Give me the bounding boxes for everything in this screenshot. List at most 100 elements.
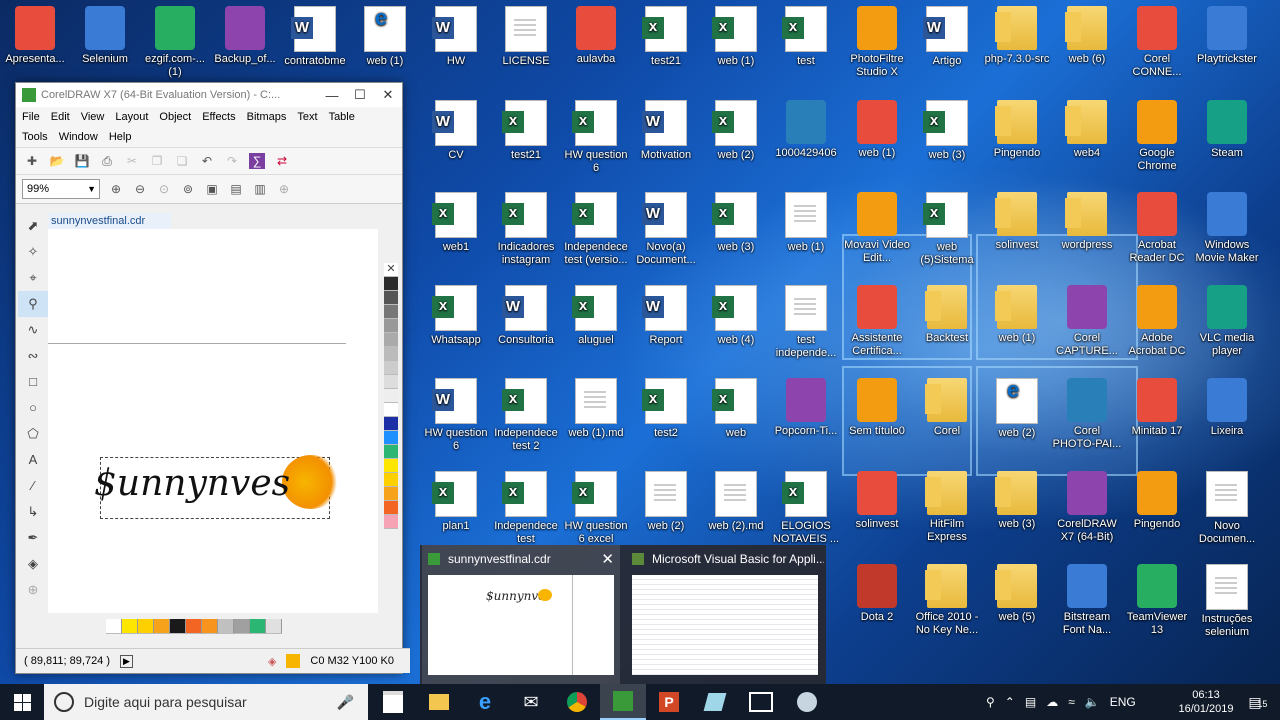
color-swatch[interactable] <box>384 431 398 445</box>
desktop-icon[interactable]: web (1) <box>842 100 912 160</box>
windows-start-icon[interactable] <box>0 684 44 720</box>
desktop-icon[interactable]: test2 <box>631 378 701 440</box>
menu-view[interactable]: View <box>81 111 105 123</box>
color-swatch[interactable] <box>170 619 186 634</box>
desktop-icon[interactable]: Apresenta... <box>0 6 70 66</box>
color-swatch[interactable] <box>384 361 398 375</box>
color-swatch[interactable] <box>384 445 398 459</box>
desktop-icon[interactable]: ezgif.com-... (1) <box>140 6 210 79</box>
desktop-icon[interactable]: Indicadores instagram <box>491 192 561 267</box>
new-document-icon[interactable]: ✚ <box>24 153 40 169</box>
desktop-icon[interactable]: web (2) <box>701 100 771 162</box>
desktop-icon[interactable]: web (2) <box>631 471 701 533</box>
taskbar-chrome-icon[interactable] <box>554 684 600 720</box>
desktop-icon[interactable]: Sem título0 <box>842 378 912 438</box>
desktop-icon[interactable]: HW question 6 <box>561 100 631 175</box>
desktop-icon[interactable]: CorelDRAW X7 (64-Bit) <box>1052 471 1122 544</box>
desktop-icon[interactable]: Artigo <box>912 6 982 68</box>
desktop-icon[interactable]: Popcorn-Ti... <box>771 378 841 438</box>
color-swatch[interactable] <box>234 619 250 634</box>
desktop-icon[interactable]: test21 <box>631 6 701 68</box>
color-swatch[interactable] <box>218 619 234 634</box>
freehand-tool-icon[interactable]: ∿ <box>18 317 48 343</box>
taskbar-mail-icon[interactable]: ✉ <box>508 684 554 720</box>
maximize-icon[interactable]: ☐ <box>346 87 374 103</box>
desktop-icon[interactable]: Backup_of... <box>210 6 280 66</box>
desktop-icon[interactable]: web (2) <box>982 378 1052 440</box>
thumbnail-coreldraw[interactable]: sunnynvestfinal.cdr ✕ $unnynves <box>422 545 620 685</box>
desktop-icon[interactable]: Corel <box>912 378 982 438</box>
desktop-icon[interactable]: web (1).md <box>561 378 631 440</box>
shape-tool-icon[interactable]: ✧ <box>18 239 48 265</box>
desktop-icon[interactable]: web (2).md <box>701 471 771 533</box>
taskbar-app-icon[interactable] <box>692 684 738 720</box>
color-swatch[interactable] <box>106 619 122 634</box>
color-swatch[interactable] <box>384 347 398 361</box>
zoom-selected-icon[interactable]: ⊙ <box>156 181 172 197</box>
desktop-icon[interactable]: Google Chrome <box>1122 100 1192 173</box>
pick-tool-icon[interactable]: ⬈ <box>18 213 48 239</box>
color-swatch[interactable] <box>384 459 398 473</box>
logo-text[interactable]: $unnynves <box>94 463 324 504</box>
add-tool-icon[interactable]: ⊕ <box>18 577 48 603</box>
desktop-icon[interactable]: Novo(a) Document... <box>631 192 701 267</box>
desktop-icon[interactable]: test independe... <box>771 285 841 360</box>
volume-icon[interactable]: 🔈 <box>1085 695 1100 709</box>
action-center[interactable]: ▤ 15 <box>1240 684 1270 720</box>
coreldraw-titlebar[interactable]: CorelDRAW X7 (64-Bit Evaluation Version)… <box>16 83 402 107</box>
menu-help[interactable]: Help <box>109 131 132 143</box>
desktop-icon[interactable]: Steam <box>1192 100 1262 160</box>
fill-tool-icon[interactable]: ◈ <box>18 551 48 577</box>
minimize-icon[interactable]: — <box>318 88 346 103</box>
desktop-icon[interactable]: Report <box>631 285 701 347</box>
input-language[interactable]: ENG <box>1110 695 1136 709</box>
desktop-icon[interactable]: Instruções selenium <box>1192 564 1262 639</box>
desktop-icon[interactable]: Novo Documen... <box>1192 471 1262 546</box>
color-swatch[interactable] <box>384 487 398 501</box>
color-palette-vertical[interactable]: ✕ <box>384 263 398 529</box>
menu-edit[interactable]: Edit <box>51 111 70 123</box>
desktop-icon[interactable]: Independece test <box>491 471 561 546</box>
color-swatch[interactable] <box>384 305 398 319</box>
menu-table[interactable]: Table <box>329 111 355 123</box>
network-icon[interactable]: ▤ <box>1025 695 1036 709</box>
desktop-icon[interactable]: HW question 6 excel <box>561 471 631 546</box>
coreldraw-window[interactable]: CorelDRAW X7 (64-Bit Evaluation Version)… <box>15 82 410 674</box>
desktop-icon[interactable]: web (5) <box>982 564 1052 624</box>
color-swatch[interactable] <box>384 333 398 347</box>
export-icon[interactable]: ⇄ <box>274 153 290 169</box>
zoom-tool-icon[interactable]: ⚲ <box>18 291 48 317</box>
desktop-icon[interactable]: solinvest <box>982 192 1052 252</box>
crop-tool-icon[interactable]: ⌖ <box>18 265 48 291</box>
desktop-icon[interactable]: Bitstream Font Na... <box>1052 564 1122 637</box>
artistic-media-icon[interactable]: ∾ <box>18 343 48 369</box>
desktop-icon[interactable]: test <box>771 6 841 68</box>
color-swatch[interactable] <box>384 277 398 291</box>
desktop-icon[interactable]: web (3) <box>912 100 982 162</box>
desktop-icon[interactable]: Consultoria <box>491 285 561 347</box>
desktop-icon[interactable]: Backtest <box>912 285 982 345</box>
desktop-icon[interactable]: Playtrickster <box>1192 6 1262 66</box>
no-color-swatch[interactable]: ✕ <box>384 263 398 277</box>
desktop-icon[interactable]: PhotoFiltre Studio X <box>842 6 912 79</box>
play-icon[interactable]: ▶ <box>120 654 133 668</box>
color-swatch[interactable] <box>122 619 138 634</box>
zoom-in-icon[interactable]: ⊕ <box>108 181 124 197</box>
desktop-icon[interactable]: web (5)Sistema <box>912 192 982 267</box>
desktop-icon[interactable]: Acrobat Reader DC <box>1122 192 1192 265</box>
color-swatch[interactable] <box>384 375 398 389</box>
polygon-tool-icon[interactable]: ⬠ <box>18 421 48 447</box>
desktop-icon[interactable]: Corel CAPTURE... <box>1052 285 1122 358</box>
desktop-icon[interactable]: ELOGIOS NOTAVEIS ... <box>771 471 841 546</box>
text-tool-icon[interactable]: A <box>18 447 48 473</box>
desktop-icon[interactable]: Corel PHOTO-PAI... <box>1052 378 1122 451</box>
desktop-icon[interactable]: web (6) <box>1052 6 1122 66</box>
desktop-icon[interactable]: HW question 6 <box>421 378 491 453</box>
desktop-icon[interactable]: web (3) <box>982 471 1052 531</box>
zoom-height-icon[interactable]: ▥ <box>252 181 268 197</box>
menu-text[interactable]: Text <box>297 111 317 123</box>
desktop-icon[interactable]: Selenium <box>70 6 140 66</box>
desktop-icon[interactable]: HW <box>421 6 491 68</box>
microphone-icon[interactable]: 🎤 <box>337 694 354 711</box>
desktop-icon[interactable]: aluguel <box>561 285 631 347</box>
